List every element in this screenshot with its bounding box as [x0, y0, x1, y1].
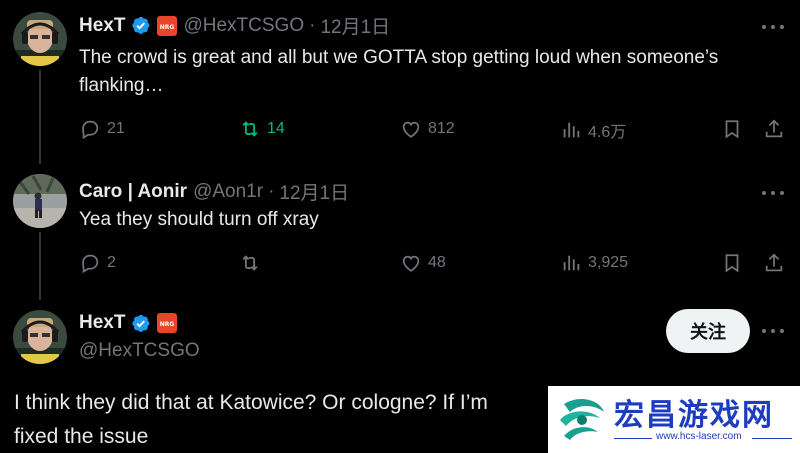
handle[interactable]: @Aon1r: [193, 181, 263, 203]
display-name[interactable]: HexT: [79, 15, 125, 37]
reply-icon: [82, 254, 99, 274]
separator-dot: ·: [309, 14, 316, 36]
more-icon[interactable]: [762, 320, 784, 342]
views-count: 4.6万: [588, 124, 627, 141]
tweet-2[interactable]: Caro | Aonir @Aon1r · 12月1日 Yea they sho…: [0, 162, 800, 300]
watermark-logo-icon: [560, 398, 604, 440]
tweet-text: Yea they should turn off xray: [79, 209, 319, 230]
bookmark-icon: [725, 120, 739, 139]
retweet-button[interactable]: 14: [239, 118, 285, 140]
svg-text:NRG: NRG: [160, 24, 175, 31]
views-count: 3,925: [588, 254, 629, 271]
verified-badge-icon: [130, 313, 151, 334]
timestamp[interactable]: 12月1日: [279, 178, 349, 205]
avatar[interactable]: [13, 12, 67, 66]
like-count: 48: [428, 254, 446, 271]
nrg-badge-icon: NRG: [157, 15, 178, 36]
reply-count: 21: [107, 120, 125, 137]
avatar[interactable]: [13, 174, 67, 228]
share-button[interactable]: [763, 252, 785, 279]
handle[interactable]: @HexTCSGO: [183, 15, 304, 37]
share-button[interactable]: [763, 118, 785, 145]
views-button[interactable]: 3,925: [560, 252, 628, 274]
separator-dot: ·: [268, 180, 275, 202]
bookmark-icon: [725, 254, 739, 273]
author-handle-row: @HexTCSGO: [79, 340, 200, 362]
bookmark-button[interactable]: [721, 252, 743, 279]
thread-line: [39, 70, 41, 164]
views-button[interactable]: 4.6万: [560, 118, 626, 142]
tweet-1[interactable]: HexT NRG @HexTCSGO · 12月1日 The crowd is …: [0, 0, 800, 164]
like-button[interactable]: 48: [400, 252, 446, 274]
reply-button[interactable]: 21: [79, 118, 125, 140]
thread-line: [39, 232, 41, 300]
nrg-badge-icon: NRG: [157, 313, 178, 333]
share-icon: [765, 119, 783, 138]
tweet-text: The crowd is great and all but we GOTTA …: [79, 47, 719, 96]
display-name[interactable]: Caro | Aonir: [79, 181, 187, 203]
tweet-actions: 2 48 3,925: [79, 252, 784, 276]
views-icon: [563, 122, 580, 138]
watermark-line-right: [752, 438, 792, 439]
watermark-line-left: [614, 438, 652, 439]
watermark-url: www.hcs-laser.com: [656, 431, 742, 442]
share-icon: [765, 253, 783, 272]
watermark: 宏昌游戏网 www.hcs-laser.com: [548, 386, 800, 453]
like-count: 812: [428, 120, 455, 137]
verified-badge-icon: [130, 15, 151, 36]
handle[interactable]: @HexTCSGO: [79, 340, 200, 362]
author-name-row: HexT NRG: [79, 312, 178, 334]
tweet-header: HexT NRG @HexTCSGO · 12月1日: [79, 12, 390, 39]
watermark-title: 宏昌游戏网: [614, 398, 774, 433]
display-name[interactable]: HexT: [79, 312, 125, 334]
retweet-icon: [242, 121, 258, 137]
like-icon: [402, 255, 420, 272]
reply-icon: [82, 120, 99, 140]
tweet-header: Caro | Aonir @Aon1r · 12月1日: [79, 178, 349, 205]
bookmark-button[interactable]: [721, 118, 743, 145]
like-button[interactable]: 812: [400, 118, 455, 140]
reply-count: 2: [107, 254, 116, 271]
avatar[interactable]: [13, 310, 67, 364]
more-icon[interactable]: [762, 182, 784, 204]
reply-button[interactable]: 2: [79, 252, 116, 274]
like-icon: [402, 121, 420, 138]
retweet-count: 14: [267, 120, 285, 137]
views-icon: [563, 255, 580, 271]
more-icon[interactable]: [762, 16, 784, 38]
svg-text:NRG: NRG: [160, 321, 175, 328]
tweet-actions: 21 14 812 4.6万: [79, 118, 784, 142]
retweet-button[interactable]: [239, 252, 267, 274]
retweet-icon: [242, 255, 258, 271]
timestamp[interactable]: 12月1日: [320, 12, 390, 39]
follow-button[interactable]: 关注: [666, 309, 750, 353]
